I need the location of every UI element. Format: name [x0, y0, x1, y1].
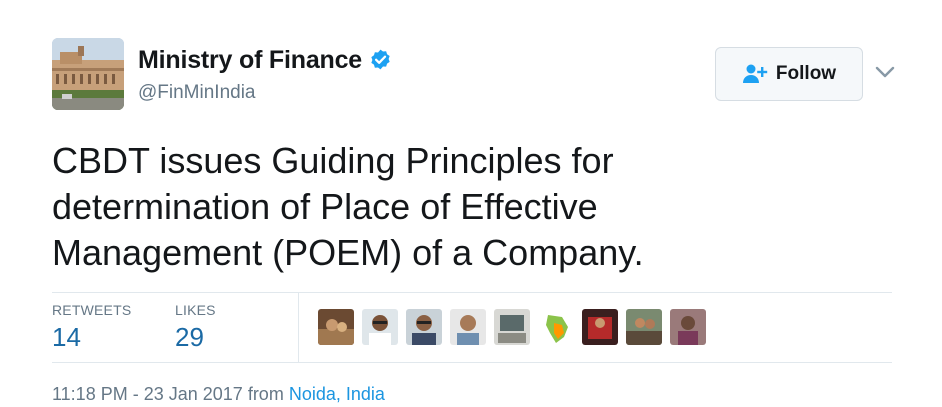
likes-stat[interactable]: LIKES 29 [175, 302, 216, 353]
location-link[interactable]: Noida, India [289, 384, 385, 404]
tweet-metadata: 11:18 PM - 23 Jan 2017 from Noida, India [52, 384, 385, 405]
liker-avatar[interactable] [318, 309, 354, 345]
user-handle[interactable]: @FinMinIndia [138, 82, 256, 104]
retweets-count: 14 [52, 322, 81, 352]
timestamp[interactable]: 11:18 PM - 23 Jan 2017 [52, 384, 243, 404]
liker-avatar[interactable] [406, 309, 442, 345]
author-name-row[interactable]: Ministry of Finance [138, 46, 393, 75]
follow-button[interactable]: Follow [715, 47, 863, 101]
divider [52, 362, 892, 363]
add-user-icon [742, 63, 768, 85]
likes-count: 29 [175, 322, 204, 352]
building-photo [52, 38, 124, 110]
tweet-text: CBDT issues Guiding Principles for deter… [52, 140, 644, 273]
stats-divider [298, 292, 299, 362]
likes-label: LIKES [175, 302, 216, 318]
display-name[interactable]: Ministry of Finance [138, 46, 362, 75]
divider [52, 292, 892, 293]
avatar[interactable] [52, 38, 124, 110]
liker-avatar[interactable] [626, 309, 662, 345]
liker-avatar[interactable] [362, 309, 398, 345]
liker-avatar[interactable] [582, 309, 618, 345]
retweets-stat[interactable]: RETWEETS 14 [52, 302, 131, 353]
verified-badge-icon [368, 48, 393, 73]
chevron-down-icon[interactable] [874, 64, 896, 80]
liker-avatar[interactable] [494, 309, 530, 345]
follow-label: Follow [775, 63, 837, 84]
liker-avatar[interactable] [670, 309, 706, 345]
liker-avatar[interactable] [538, 309, 574, 345]
liker-avatar[interactable] [450, 309, 486, 345]
liker-avatars [318, 309, 706, 345]
from-word: from [247, 384, 284, 404]
retweets-label: RETWEETS [52, 302, 132, 318]
